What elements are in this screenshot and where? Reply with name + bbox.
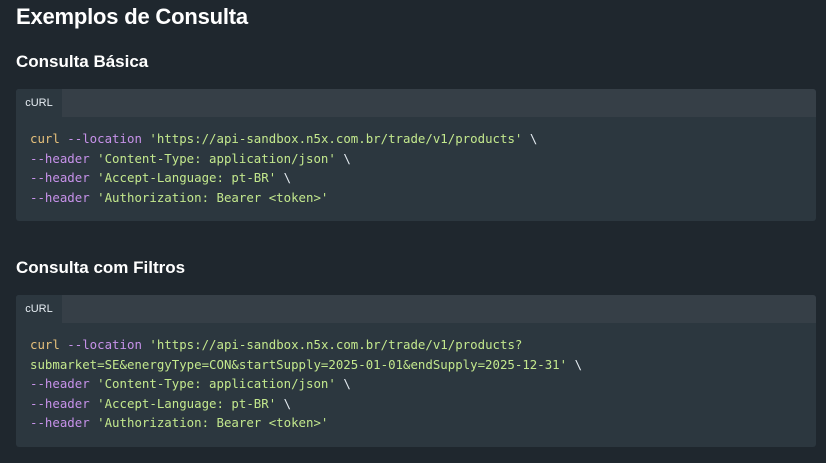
code-token: --header (30, 150, 98, 166)
page-title: Exemplos de Consulta (16, 4, 248, 29)
code-token: --header (30, 395, 98, 411)
code-token: \ (276, 170, 292, 185)
code-token: --header (30, 376, 98, 391)
code-token: curl (30, 131, 60, 146)
code-token: --header (30, 415, 98, 430)
code-token: 'Content-Type: application/json' (97, 150, 336, 166)
code-token: \ (335, 150, 351, 166)
code-token: 'Accept-Language: pt-BR' (97, 395, 277, 411)
code-line: --header 'Content-Type: application/json… (30, 376, 351, 391)
code-token: 'Content-Type: application/json' (97, 376, 336, 391)
code-token: 'https://api-sandbox.n5x.com.br/trade/v1… (149, 337, 523, 352)
code-block-basic: cURL curl --location 'https://api-sandbo… (16, 89, 816, 221)
code-line: --header 'Content-Type: application/json… (30, 151, 351, 166)
code-token: 'Accept-Language: pt-BR' (97, 170, 277, 185)
tab-curl[interactable]: cURL (16, 89, 62, 117)
section-title-basic: Consulta Básica (16, 52, 149, 71)
code-line: --header 'Authorization: Bearer <token>' (30, 190, 328, 205)
code-content[interactable]: curl --location 'https://api-sandbox.n5x… (16, 323, 816, 447)
code-token: submarket=SE&energyType=CON&startSupply=… (30, 356, 568, 372)
code-token: \ (522, 131, 538, 146)
code-tabs: cURL (16, 295, 816, 323)
code-token: --location (59, 337, 150, 352)
code-token: 'Authorization: Bearer <token>' (97, 415, 329, 430)
code-line: curl --location 'https://api-sandbox.n5x… (30, 131, 537, 146)
section-title-filters: Consulta com Filtros (16, 258, 186, 277)
code-content[interactable]: curl --location 'https://api-sandbox.n5x… (16, 117, 816, 221)
code-line: curl --location 'https://api-sandbox.n5x… (30, 337, 522, 352)
code-block-filters: cURL curl --location 'https://api-sandbo… (16, 295, 816, 447)
code-token: \ (567, 356, 583, 372)
tab-curl[interactable]: cURL (16, 295, 62, 323)
code-token: 'Authorization: Bearer <token>' (97, 189, 329, 205)
code-token: \ (276, 395, 292, 411)
code-tabs: cURL (16, 89, 816, 117)
code-token: --header (30, 189, 98, 205)
code-line: --header 'Accept-Language: pt-BR' \ (30, 170, 291, 185)
code-token: 'https://api-sandbox.n5x.com.br/trade/v1… (149, 131, 523, 146)
code-token: --header (30, 170, 98, 185)
code-line: --header 'Accept-Language: pt-BR' \ (30, 396, 291, 411)
code-line: submarket=SE&energyType=CON&startSupply=… (30, 357, 582, 372)
code-token: --location (59, 131, 150, 146)
code-token: \ (335, 376, 351, 391)
code-token: curl (30, 337, 60, 352)
code-line: --header 'Authorization: Bearer <token>' (30, 415, 328, 430)
